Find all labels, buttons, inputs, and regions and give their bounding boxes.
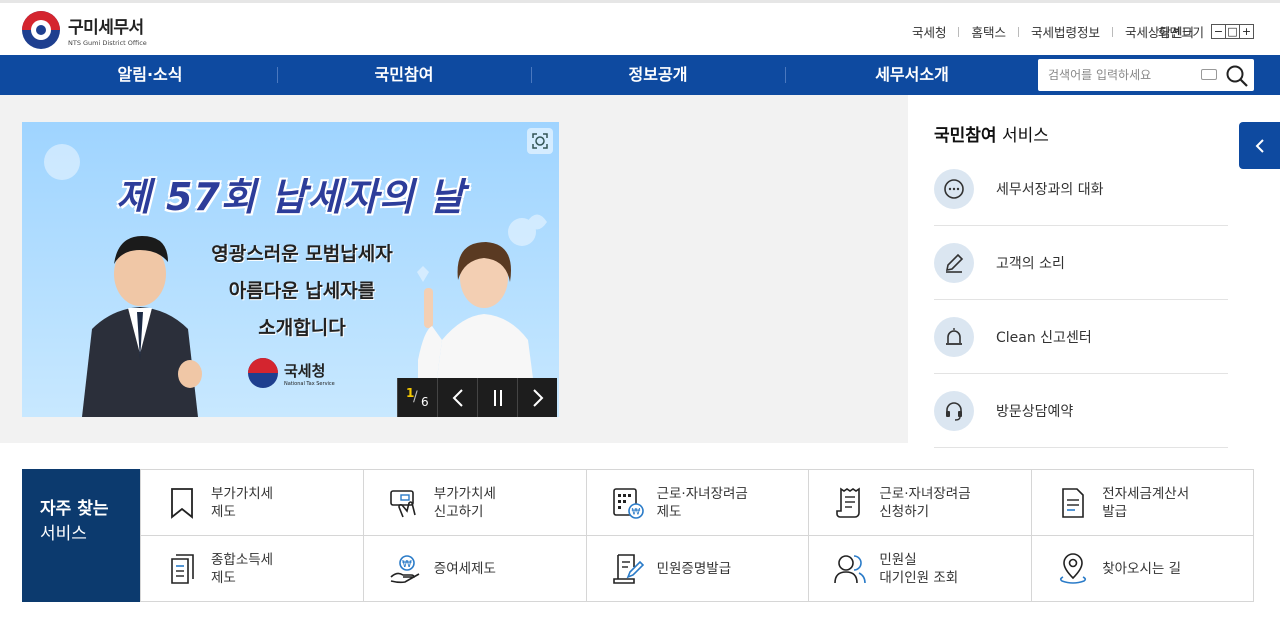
- service-earned-income-credit[interactable]: ₩ 근로·자녀장려금 제도: [585, 470, 809, 536]
- calculator-won-icon: ₩: [611, 486, 645, 520]
- chevron-right-icon: [532, 388, 543, 407]
- nts-emblem-icon: [22, 11, 60, 49]
- quick-menu-toggle[interactable]: [1239, 122, 1280, 169]
- service-label: Clean 신고센터: [996, 329, 1092, 346]
- main-nav: 알림·소식 국민참여 정보공개 세무서소개: [0, 55, 1280, 95]
- service-label: 찾아오시는 길: [1102, 560, 1181, 577]
- chat-bubble-icon: [934, 168, 974, 209]
- search-input[interactable]: [1048, 66, 1198, 84]
- prev-slide-button[interactable]: [437, 378, 477, 417]
- next-slide-button[interactable]: [517, 378, 557, 417]
- banner-brand: 국세청 National Tax Service: [248, 358, 335, 388]
- chevron-left-icon: [1255, 138, 1264, 153]
- search-icon[interactable]: [1225, 64, 1249, 88]
- service-e-tax-invoice[interactable]: 전자세금계산서 발급: [1031, 470, 1254, 536]
- service-item-visit-reservation[interactable]: 방문상담예약: [934, 374, 1228, 448]
- screen-size-label: 화면크기: [1157, 25, 1204, 40]
- frequent-services-heading: 자주 찾는 서비스: [22, 469, 140, 602]
- screen-size-control: 화면크기 − □ +: [1158, 22, 1254, 41]
- main-visual: 제 57회 납세자의 날 영광스러운 모범납세자 아름다운 납세자를 소개합니다: [0, 95, 1280, 448]
- total-slides: 6: [421, 395, 429, 409]
- headset-icon: [934, 390, 974, 431]
- service-vat-system[interactable]: 부가가치세 제도: [140, 470, 363, 536]
- frequent-services-grid: 부가가치세 제도 부가가치세 신고하기 ₩ 근로·자녀장려금 제도 근로·자녀장…: [140, 469, 1254, 602]
- service-vat-filing[interactable]: 부가가치세 신고하기: [362, 470, 586, 536]
- certificate-pen-icon: [611, 552, 645, 586]
- service-waiting-count[interactable]: 민원실 대기인원 조회: [808, 536, 1032, 602]
- service-label: 부가가치세 신고하기: [433, 485, 496, 520]
- service-label: 증여세제도: [433, 560, 496, 577]
- logo-subtitle: NTS Gumi District Office: [68, 39, 147, 47]
- frequent-heading-light: 서비스: [40, 524, 87, 544]
- zoom-in-button[interactable]: +: [1239, 24, 1254, 39]
- banner-brand-name: 국세청: [284, 361, 326, 380]
- service-item-chief-talk[interactable]: 세무서장과의 대화: [934, 152, 1228, 226]
- service-label: 고객의 소리: [996, 255, 1065, 272]
- service-label: 근로·자녀장려금 제도: [656, 485, 748, 520]
- virtual-keyboard-icon[interactable]: [1201, 69, 1217, 80]
- people-icon: [833, 552, 867, 586]
- participation-title-bold: 국민참여: [934, 126, 997, 146]
- nav-item-about[interactable]: 세무서소개: [785, 55, 1039, 95]
- service-label: 민원증명발급: [656, 560, 732, 577]
- search-box: [1038, 59, 1254, 91]
- pencil-icon: [934, 242, 974, 283]
- service-label: 근로·자녀장려금 신청하기: [879, 485, 971, 520]
- bookmark-icon: [165, 486, 199, 520]
- touch-card-icon: [388, 486, 422, 520]
- service-directions[interactable]: 찾아오시는 길: [1031, 536, 1254, 602]
- documents-icon: [165, 552, 199, 586]
- pause-slide-button[interactable]: [477, 378, 517, 417]
- zoom-out-button[interactable]: −: [1211, 24, 1226, 39]
- participation-services: 국민참여 서비스 세무서장과의 대화 고객의 소리 Clean 신고센터 방문상…: [934, 95, 1228, 448]
- banner-zoom-button[interactable]: [527, 128, 553, 154]
- slide-counter: 1 / 6: [397, 378, 437, 417]
- pause-icon: [493, 389, 502, 406]
- zoom-frame-icon: [532, 133, 548, 149]
- nts-emblem-icon: [248, 358, 278, 388]
- service-gift-tax[interactable]: ₩ 증여세제도: [362, 536, 586, 602]
- service-label: 부가가치세 제도: [211, 485, 274, 520]
- svg-text:₩: ₩: [631, 507, 640, 517]
- svg-text:₩: ₩: [402, 559, 412, 570]
- service-label: 방문상담예약: [996, 403, 1074, 420]
- hand-coin-icon: ₩: [388, 552, 422, 586]
- util-link-hometax[interactable]: 홈택스: [971, 22, 1006, 41]
- util-link-law-info[interactable]: 국세법령정보: [1031, 22, 1100, 41]
- male-model-image: [82, 236, 202, 417]
- logo-title: 구미세무서: [68, 18, 144, 38]
- service-label: 전자세금계산서 발급: [1102, 485, 1190, 520]
- frequent-heading-bold: 자주 찾는: [40, 499, 109, 519]
- banner-brand-en: National Tax Service: [284, 380, 335, 387]
- receipt-icon: [833, 486, 867, 520]
- zoom-reset-button[interactable]: □: [1225, 24, 1240, 39]
- nav-item-news[interactable]: 알림·소식: [23, 55, 277, 95]
- participation-title-rest: 서비스: [996, 126, 1049, 146]
- frequent-services: 자주 찾는 서비스 부가가치세 제도 부가가치세 신고하기 ₩ 근로·자녀장려금…: [22, 469, 1254, 602]
- service-label: 세무서장과의 대화: [996, 181, 1104, 198]
- document-icon: [1056, 486, 1090, 520]
- service-item-clean-report[interactable]: Clean 신고센터: [934, 300, 1228, 374]
- siren-icon: [934, 316, 974, 357]
- service-civil-certificate[interactable]: 민원증명발급: [585, 536, 809, 602]
- location-pin-icon: [1056, 552, 1090, 586]
- nav-item-participation[interactable]: 국민참여: [277, 55, 531, 95]
- util-link-nts[interactable]: 국세청: [912, 22, 947, 41]
- site-header: 구미세무서 NTS Gumi District Office 국세청 홈택스 국…: [0, 3, 1280, 55]
- participation-title: 국민참여 서비스: [934, 121, 1228, 146]
- service-label: 종합소득세 제도: [211, 551, 274, 586]
- banner-title: 제 57회 납세자의 날: [115, 175, 466, 219]
- site-logo[interactable]: 구미세무서 NTS Gumi District Office: [22, 11, 147, 49]
- service-income-tax[interactable]: 종합소득세 제도: [140, 536, 363, 602]
- banner-area: 제 57회 납세자의 날 영광스러운 모범납세자 아름다운 납세자를 소개합니다: [0, 95, 908, 443]
- service-earned-income-apply[interactable]: 근로·자녀장려금 신청하기: [808, 470, 1032, 536]
- promo-banner[interactable]: 제 57회 납세자의 날 영광스러운 모범납세자 아름다운 납세자를 소개합니다: [22, 122, 559, 417]
- slider-controls: 1 / 6: [397, 378, 557, 417]
- service-label: 민원실 대기인원 조회: [879, 551, 959, 586]
- nav-item-disclosure[interactable]: 정보공개: [531, 55, 785, 95]
- chevron-left-icon: [452, 388, 463, 407]
- utility-links: 국세청 홈택스 국세법령정보 국세상담센터: [912, 22, 1194, 41]
- service-item-customer-voice[interactable]: 고객의 소리: [934, 226, 1228, 300]
